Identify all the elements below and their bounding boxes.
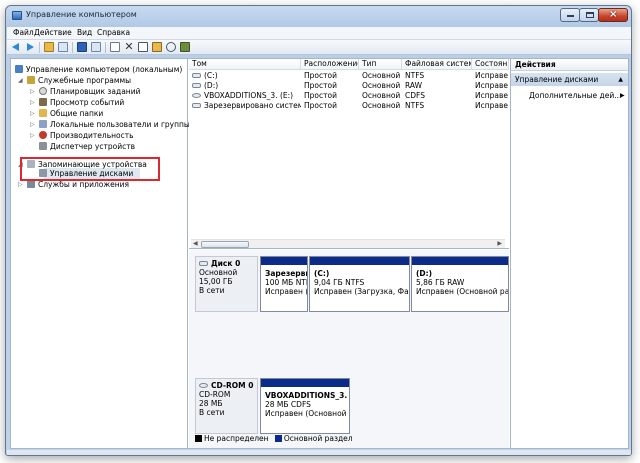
collapse-triangle-icon[interactable]: ◢ <box>18 75 23 86</box>
search-icon[interactable] <box>166 42 176 52</box>
up-folder-icon[interactable] <box>44 42 54 52</box>
hard-disk-icon <box>199 261 208 266</box>
menu-bar: Файл Действие Вид Справка <box>7 27 631 40</box>
users-icon <box>39 120 47 128</box>
device-manager-icon <box>39 142 47 150</box>
expand-triangle-icon[interactable]: ▷ <box>30 86 35 97</box>
volume-icon <box>192 103 201 108</box>
forward-arrow-icon[interactable] <box>25 42 35 52</box>
cdrom-icon <box>199 383 208 388</box>
performance-icon <box>39 131 47 139</box>
scroll-left-icon[interactable]: ◀ <box>193 240 198 247</box>
submenu-arrow-icon[interactable]: ▶ <box>620 90 625 101</box>
disk-icon[interactable] <box>180 42 190 52</box>
actions-title: Действия <box>511 59 628 71</box>
collapse-arrow-icon[interactable]: ▲ <box>618 73 623 86</box>
cdrom-0-label[interactable]: CD-ROM 0 CD-ROM 28 МБ В сети <box>195 378 258 434</box>
legend-primary-swatch <box>274 435 282 442</box>
expand-triangle-icon[interactable]: ▷ <box>30 119 35 130</box>
menu-action[interactable]: Действие <box>34 28 72 37</box>
minimize-button[interactable] <box>560 8 580 22</box>
menu-help[interactable]: Справка <box>97 28 130 37</box>
partition-reserved[interactable]: Зарезервиро100 МБ NTFSИсправен (С <box>260 256 308 312</box>
volume-icon <box>192 73 201 78</box>
console-tree: Управление компьютером (локальным) ◢ Служ… <box>11 59 190 448</box>
event-log-icon <box>39 98 47 106</box>
volume-list: Том Расположение Тип Файловая система Со… <box>189 59 509 249</box>
column-header-volume[interactable]: Том <box>189 59 301 70</box>
tree-item-performance[interactable]: ▷ Производительность <box>30 130 134 141</box>
tools-icon <box>27 76 35 84</box>
tree-item-task-scheduler[interactable]: ▷ Планировщик заданий <box>30 86 140 97</box>
column-header-status[interactable]: Состоян <box>472 59 509 70</box>
delete-icon[interactable]: ✕ <box>124 41 134 52</box>
column-header-layout[interactable]: Расположение <box>301 59 359 70</box>
scroll-right-icon[interactable]: ▶ <box>497 240 502 247</box>
properties-sheet-icon[interactable] <box>138 42 148 52</box>
tree-item-system-tools[interactable]: ◢ Служебные программы <box>18 75 131 86</box>
main-content: Управление компьютером (локальным) ◢ Служ… <box>10 58 629 449</box>
tree-item-device-manager[interactable]: Диспетчер устройств <box>39 141 135 152</box>
actions-pane: Действия Управление дисками ▲ Дополнител… <box>510 59 628 448</box>
open-folder-icon[interactable] <box>152 42 162 52</box>
column-header-filesystem[interactable]: Файловая система <box>402 59 472 70</box>
properties-icon[interactable] <box>91 42 101 52</box>
refresh-icon[interactable] <box>110 42 120 52</box>
action-more-actions[interactable]: Дополнительные дей... <box>529 90 621 101</box>
partition-d[interactable]: (D:) 5,86 ГБ RAW Исправен (Основной раз <box>411 256 509 312</box>
tree-item-local-users[interactable]: ▷ Локальные пользователи и группы <box>30 119 190 130</box>
cd-icon <box>192 93 201 98</box>
app-window: Управление компьютером × Файл Действие В… <box>5 5 632 456</box>
shared-folder-icon <box>39 109 47 117</box>
back-arrow-icon[interactable] <box>11 42 21 52</box>
maximize-button[interactable] <box>579 8 599 22</box>
partition-cdrom[interactable]: VBOXADDITIONS_3. 28 МБ CDFS Исправен (Осно… <box>260 378 350 434</box>
console-tree-icon[interactable] <box>58 42 68 52</box>
tree-item-event-viewer[interactable]: ▷ Просмотр событий <box>30 97 124 108</box>
legend: Не распределен Основной раздел <box>195 434 353 444</box>
legend-unallocated-swatch <box>195 435 202 442</box>
close-button[interactable]: × <box>598 8 628 22</box>
scroll-thumb[interactable] <box>201 241 249 248</box>
minimize-icon <box>567 15 574 17</box>
highlight-annotation <box>20 157 160 181</box>
partition-c[interactable]: (C:) 9,04 ГБ NTFS Исправен (Загрузка, Файл <box>309 256 410 312</box>
window-title: Управление компьютером <box>26 10 137 19</box>
menu-file[interactable]: Файл <box>13 28 34 37</box>
tree-item-shared-folders[interactable]: ▷ Общие папки <box>30 108 103 119</box>
menu-view[interactable]: Вид <box>77 28 92 37</box>
status-bar <box>7 450 631 455</box>
close-icon: × <box>609 9 618 20</box>
actions-section-disk-management[interactable]: Управление дисками ▲ <box>511 73 628 86</box>
computer-management-icon <box>12 11 22 20</box>
title-bar[interactable]: Управление компьютером × <box>6 6 631 26</box>
services-icon <box>27 180 35 188</box>
toolbar: ✕ <box>7 40 631 55</box>
help-icon[interactable] <box>77 42 87 52</box>
computer-icon <box>15 65 23 73</box>
disk-0-label[interactable]: Диск 0 Основной 15,00 ГБ В сети <box>195 256 258 312</box>
clock-icon <box>39 87 47 95</box>
column-header-type[interactable]: Тип <box>359 59 402 70</box>
tree-root[interactable]: Управление компьютером (локальным) <box>15 64 182 75</box>
expand-triangle-icon[interactable]: ▷ <box>30 97 35 108</box>
expand-triangle-icon[interactable]: ▷ <box>30 130 35 141</box>
volume-icon <box>192 83 201 88</box>
expand-triangle-icon[interactable]: ▷ <box>30 108 35 119</box>
horizontal-scrollbar[interactable]: ◀ ▶ <box>191 239 505 248</box>
maximize-icon <box>586 12 594 18</box>
disk-graph-view: Диск 0 Основной 15,00 ГБ В сети Зарезерв… <box>189 250 509 448</box>
